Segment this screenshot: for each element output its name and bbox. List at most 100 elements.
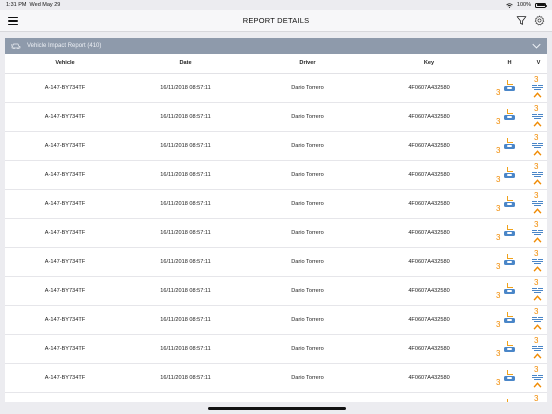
cell-vehicle: A-147-BY734TF bbox=[5, 305, 125, 335]
cell-vehicle: A-147-BY734TF bbox=[5, 363, 125, 393]
chevron-up-icon[interactable] bbox=[533, 120, 542, 127]
cell-v: 3 bbox=[530, 160, 547, 190]
cell-key: 4F0607A432580 bbox=[369, 189, 489, 219]
table-row[interactable]: A-147-BY734TF16/11/2018 08:57:11Dario To… bbox=[5, 247, 547, 277]
battery-percent: 100% bbox=[516, 2, 531, 8]
gear-icon[interactable] bbox=[534, 15, 545, 26]
impact-h: 3 bbox=[489, 306, 530, 334]
impact-v: 3 bbox=[530, 74, 547, 102]
cell-date: 16/11/2018 08:57:11 bbox=[125, 102, 246, 132]
impact-badge-icon bbox=[504, 143, 515, 149]
cell-h: 3 bbox=[489, 102, 530, 132]
cell-key: 4F0607A432580 bbox=[369, 73, 489, 103]
impact-h: 3 bbox=[489, 248, 530, 276]
report-section-header[interactable]: Vehicle Impact Report (410) bbox=[5, 38, 547, 54]
table-row[interactable]: A-147-BY734TF16/11/2018 08:57:11Dario To… bbox=[5, 276, 547, 306]
chevron-up-icon[interactable] bbox=[533, 294, 542, 301]
impact-h: 3 bbox=[489, 190, 530, 218]
cell-date: 16/11/2018 08:57:11 bbox=[125, 218, 246, 248]
impact-v-value: 3 bbox=[534, 364, 539, 374]
impact-v-value: 3 bbox=[534, 306, 539, 316]
impact-badge-icon bbox=[504, 317, 515, 323]
table-row[interactable]: A-147-BY734TF16/11/2018 08:57:11Dario To… bbox=[5, 363, 547, 393]
impact-bars-icon bbox=[532, 113, 543, 119]
chevron-up-icon[interactable] bbox=[533, 178, 542, 185]
impact-corner-icon bbox=[507, 137, 513, 143]
cell-vehicle: A-147-BY734TF bbox=[5, 102, 125, 132]
chevron-up-icon[interactable] bbox=[533, 91, 542, 98]
impact-badge-icon bbox=[504, 288, 515, 294]
cell-h: 3 bbox=[489, 305, 530, 335]
cell-h: 3 bbox=[489, 218, 530, 248]
impact-h: 3 bbox=[489, 132, 530, 160]
cell-h: 3 bbox=[489, 247, 530, 277]
status-bar: 1:31 PM Wed May 29 100% bbox=[0, 0, 552, 10]
impact-v-value: 3 bbox=[534, 277, 539, 287]
table-row[interactable]: A-147-BY734TF16/11/2018 08:57:11Dario To… bbox=[5, 131, 547, 161]
impact-h-value: 3 bbox=[496, 174, 501, 184]
col-date[interactable]: Date bbox=[125, 54, 246, 74]
cell-driver: Dario Torrero bbox=[246, 218, 369, 248]
cell-h: 3 bbox=[489, 276, 530, 306]
cell-vehicle: A-147-BY734TF bbox=[5, 131, 125, 161]
cell-v: 3 bbox=[530, 305, 547, 335]
status-right: 100% bbox=[506, 2, 547, 8]
cell-key: 4F0607A432580 bbox=[369, 334, 489, 364]
cell-driver: Dario Torrero bbox=[246, 131, 369, 161]
col-v[interactable]: V bbox=[530, 54, 547, 74]
col-vehicle[interactable]: Vehicle bbox=[5, 54, 125, 74]
chevron-up-icon[interactable] bbox=[533, 149, 542, 156]
impact-corner-icon bbox=[507, 79, 513, 85]
cell-v: 3 bbox=[530, 334, 547, 364]
cell-key: 4F0607A432580 bbox=[369, 131, 489, 161]
table-row[interactable]: A-147-BY734TF16/11/2018 08:57:11Dario To… bbox=[5, 305, 547, 335]
impact-badge-icon bbox=[504, 346, 515, 352]
cell-vehicle: A-147-BY734TF bbox=[5, 276, 125, 306]
cell-vehicle: A-147-BY734TF bbox=[5, 392, 125, 402]
cell-h: 3 bbox=[489, 131, 530, 161]
table-row[interactable]: A-147-BY734TF16/11/2018 08:57:11Dario To… bbox=[5, 334, 547, 364]
table-row[interactable]: A-147-BY734TF16/11/2018 08:57:11Dario To… bbox=[5, 102, 547, 132]
impact-badge-icon bbox=[504, 375, 515, 381]
cell-date: 16/11/2018 08:57:11 bbox=[125, 73, 246, 103]
impact-bars-icon bbox=[532, 374, 543, 380]
cell-driver: Dario Torrero bbox=[246, 334, 369, 364]
table-row[interactable]: A-147-BY734TF16/11/2018 08:57:11Dario To… bbox=[5, 218, 547, 248]
chevron-up-icon[interactable] bbox=[533, 265, 542, 272]
col-key[interactable]: Key bbox=[369, 54, 489, 74]
table-row[interactable]: A-147-BY734TF16/11/2018 08:57:11Dario To… bbox=[5, 189, 547, 219]
impact-h-value: 3 bbox=[496, 145, 501, 155]
impact-corner-icon bbox=[507, 166, 513, 172]
chevron-down-icon[interactable] bbox=[532, 42, 541, 50]
chevron-up-icon[interactable] bbox=[533, 352, 542, 359]
cell-vehicle: A-147-BY734TF bbox=[5, 247, 125, 277]
col-driver[interactable]: Driver bbox=[246, 54, 369, 74]
chevron-up-icon[interactable] bbox=[533, 236, 542, 243]
impact-corner-icon bbox=[507, 195, 513, 201]
car-icon bbox=[11, 43, 21, 49]
impact-corner-icon bbox=[507, 369, 513, 375]
cell-driver: Dario Torrero bbox=[246, 160, 369, 190]
cell-v: 3 bbox=[530, 102, 547, 132]
chevron-up-icon[interactable] bbox=[533, 323, 542, 330]
impact-bars-icon bbox=[532, 142, 543, 148]
cell-h: 3 bbox=[489, 73, 530, 103]
filter-icon[interactable] bbox=[516, 15, 527, 26]
impact-bars-icon bbox=[532, 287, 543, 293]
impact-v: 3 bbox=[530, 219, 547, 247]
impact-h: 3 bbox=[489, 161, 530, 189]
impact-v-value: 3 bbox=[534, 132, 539, 142]
chevron-up-icon[interactable] bbox=[533, 381, 542, 388]
page-title: REPORT DETAILS bbox=[242, 16, 310, 25]
impact-h: 3 bbox=[489, 103, 530, 131]
table-row[interactable]: A-147-BY734TF16/11/2018 08:57:11Dario To… bbox=[5, 73, 547, 103]
chevron-up-icon[interactable] bbox=[533, 207, 542, 214]
cell-h: 3 bbox=[489, 189, 530, 219]
impact-v: 3 bbox=[530, 132, 547, 160]
table-row[interactable]: A-147-BY734TF16/11/2018 08:57:11Dario To… bbox=[5, 160, 547, 190]
table-row[interactable]: A-147-BY734TF16/11/2018 08:57:11Dario To… bbox=[5, 392, 547, 402]
impact-h: 3 bbox=[489, 74, 530, 102]
impact-v: 3 bbox=[530, 103, 547, 131]
cell-date: 16/11/2018 08:57:11 bbox=[125, 160, 246, 190]
col-h[interactable]: H bbox=[489, 54, 530, 74]
